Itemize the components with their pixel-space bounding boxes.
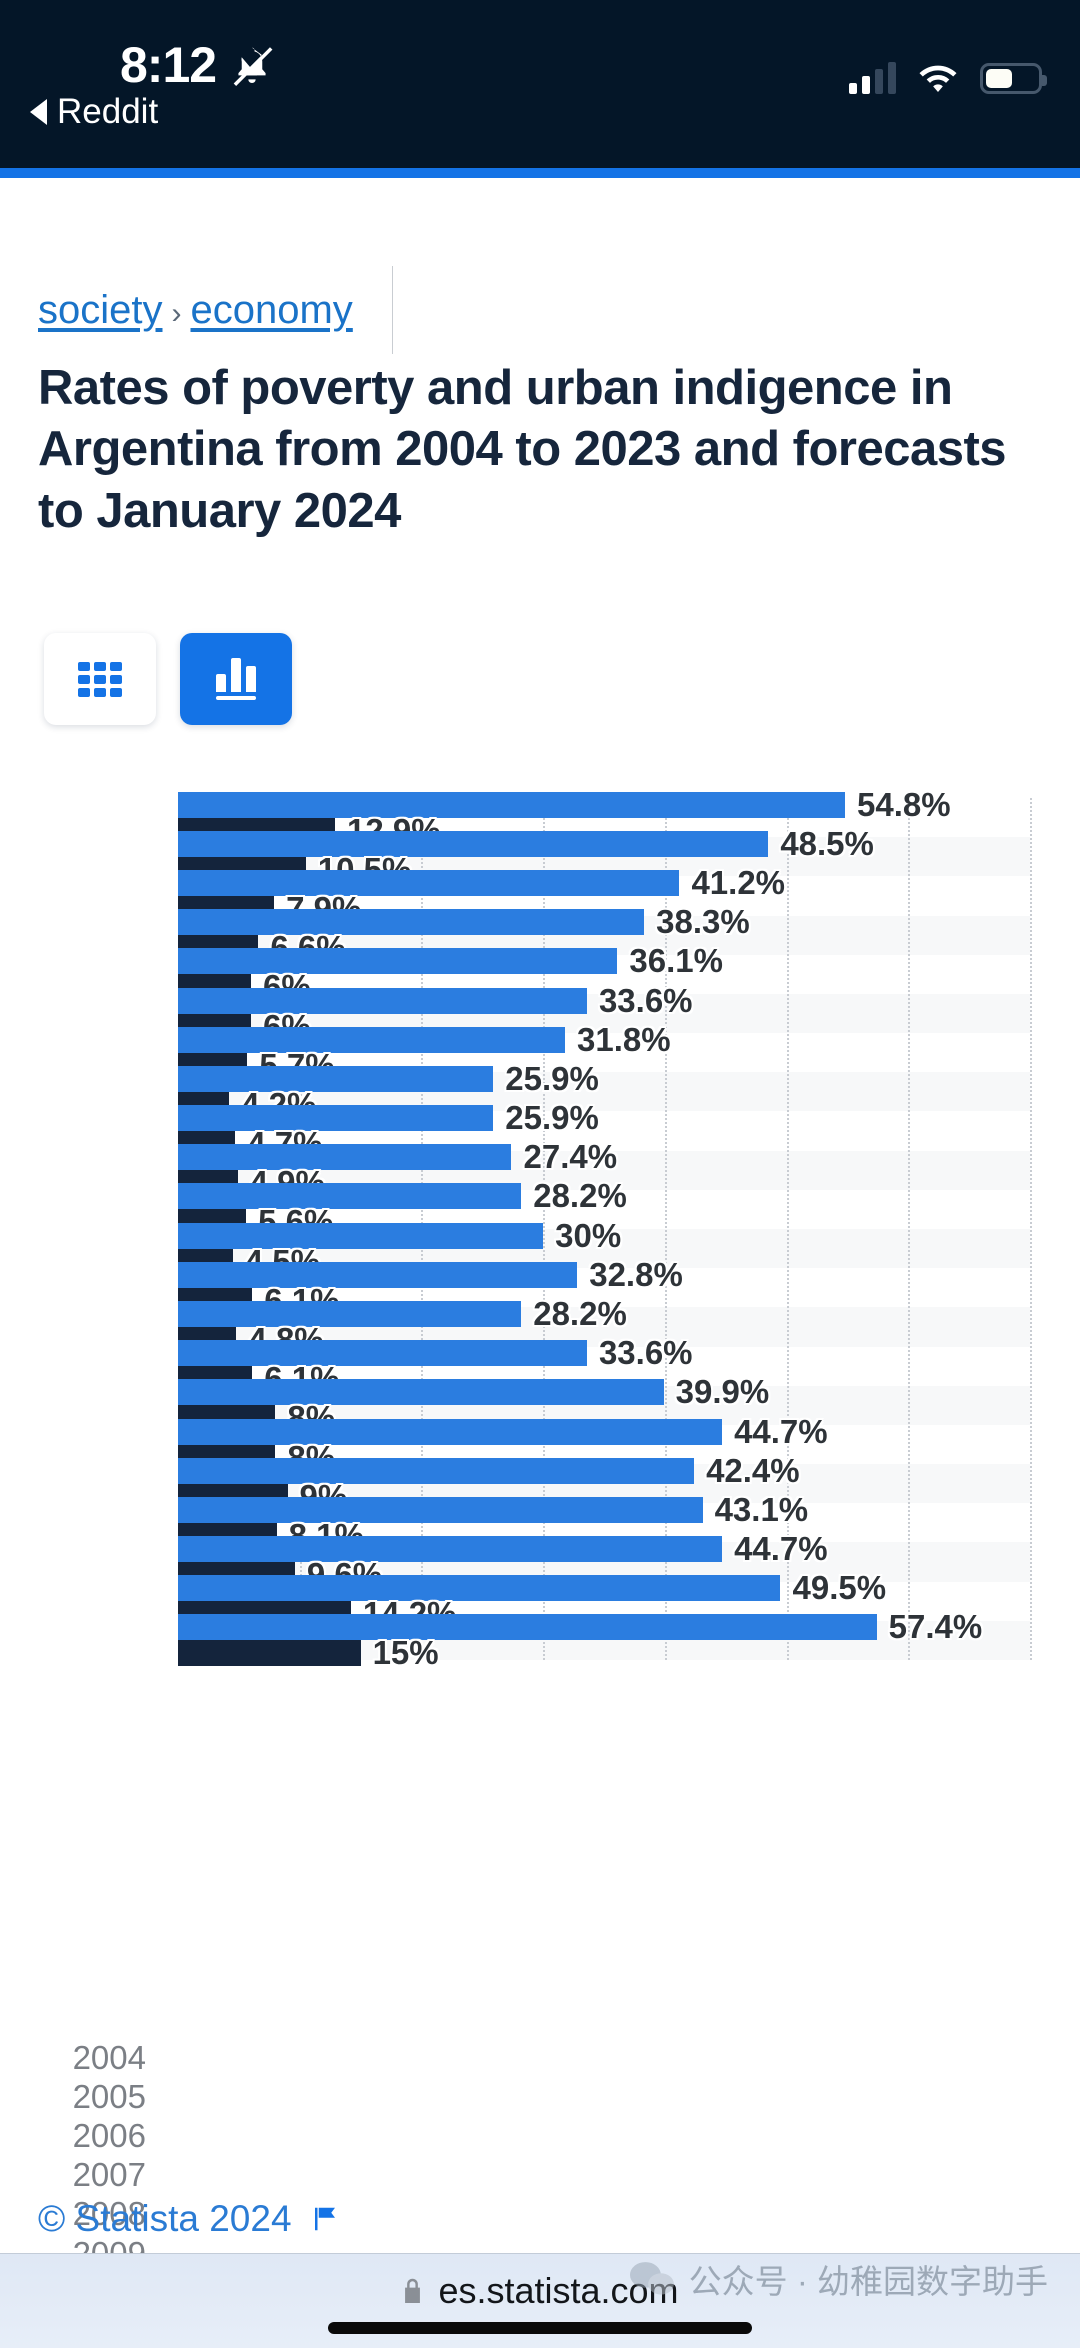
chart-bar-label: 43.1% (714, 1490, 809, 1528)
chart-bar-label: 33.6% (598, 1334, 693, 1372)
chart-bar-label: 49.5% (792, 1569, 887, 1607)
text-cursor (392, 266, 393, 354)
chart-bar-pov[interactable] (178, 1300, 522, 1327)
status-bar-clock: 8:12 (120, 37, 217, 93)
back-label: Reddit (57, 92, 159, 131)
chart-bar-label: 27.4% (523, 1138, 618, 1176)
chart-plot-area: 54.8%12.9%48.5%10.5%41.2%7.9%38.3%6.6%36… (178, 786, 1032, 1671)
breadcrumb-separator: › (171, 297, 182, 330)
chart-bar-pov[interactable] (178, 1144, 512, 1171)
chart-bar-pov[interactable] (178, 1065, 494, 1092)
chart-bar-pov[interactable] (178, 909, 645, 936)
chart-bar-pov[interactable] (178, 1536, 723, 1563)
chart-bar-label: 44.7% (734, 1530, 828, 1568)
status-bar-indicators (849, 62, 1047, 94)
chart-bar-pov[interactable] (178, 948, 618, 975)
chart-bar-label: 28.2% (533, 1294, 627, 1332)
chart-year-label: 2007 (72, 2156, 146, 2194)
chart-bar-label: 36.1% (629, 942, 723, 980)
chart-gridline (1030, 798, 1032, 1660)
page-title: Rates of poverty and urban indigence in … (38, 361, 1007, 538)
battery-icon (980, 62, 1047, 94)
flag-icon (314, 2207, 335, 2231)
chart-bar-label: 25.9% (505, 1099, 599, 1137)
chart-bar-label: 30% (555, 1216, 622, 1254)
chart-view-button[interactable] (180, 633, 292, 725)
chart-bar-pov[interactable] (178, 1379, 664, 1406)
chart-year-label: 2006 (72, 2116, 146, 2154)
chart-bar-pov[interactable] (178, 830, 769, 857)
chart-bar-pov[interactable] (178, 1105, 494, 1132)
chart-year-label: 2004 (72, 2038, 146, 2076)
bell-muted-icon (233, 47, 273, 86)
bar-chart-icon (216, 658, 256, 700)
chart-year-label: 2005 (72, 2077, 146, 2115)
chart-bar-pov[interactable] (178, 1026, 566, 1053)
grid-icon (78, 661, 122, 697)
chart-bar-pov[interactable] (178, 1418, 723, 1445)
watermark: 公众号 · 幼稚园数字助手 (629, 2255, 1048, 2303)
lock-icon (405, 2278, 421, 2303)
chart-bar-label: 38.3% (656, 903, 750, 941)
chart-bar-ind[interactable] (178, 1640, 361, 1667)
browser-progress-line (0, 168, 1080, 178)
chart-bar-label: 25.9% (505, 1059, 599, 1097)
chart-bar-label: 32.8% (589, 1255, 683, 1293)
chart-bar-label: 54.8% (856, 785, 951, 823)
chart-bar-label: 48.5% (780, 824, 874, 862)
home-indicator[interactable] (328, 2322, 752, 2334)
wechat-icon (629, 2262, 674, 2295)
copyright-link[interactable]: © Statista 2024 (38, 2198, 340, 2240)
chart-bar-pov[interactable] (178, 1222, 544, 1249)
breadcrumb-link-society[interactable]: society (38, 288, 163, 333)
chart-bar-pov[interactable] (178, 1340, 587, 1367)
chart-bar-label: 28.2% (533, 1177, 627, 1215)
chart-bar-pov[interactable] (178, 1614, 877, 1641)
cellular-signal-icon (849, 62, 896, 94)
status-bar: 8:12 Reddit (0, 0, 1080, 168)
breadcrumb-link-economy[interactable]: economy (191, 288, 353, 333)
chart-bar-pov[interactable] (178, 869, 680, 896)
chart-bar-label: 33.6% (598, 981, 693, 1019)
chart: 2004200520062007200820092010201120122013… (0, 786, 1080, 2348)
chart-bar-pov[interactable] (178, 1261, 578, 1288)
chart-gridline (908, 798, 911, 1660)
chart-bar-label: 42.4% (706, 1451, 800, 1489)
chart-bar-pov[interactable] (178, 987, 587, 1014)
chart-bar-label: 41.2% (691, 863, 786, 901)
table-view-button[interactable] (44, 633, 156, 725)
chart-bar-label: 15% (372, 1634, 439, 1672)
back-to-reddit-button[interactable]: Reddit (30, 92, 158, 132)
back-arrow-icon (30, 99, 47, 125)
chart-bar-label: 39.9% (675, 1373, 770, 1411)
wifi-icon (919, 65, 957, 92)
chart-bar-pov[interactable] (178, 1575, 781, 1602)
chart-bar-label: 57.4% (888, 1608, 983, 1646)
chart-bar-pov[interactable] (178, 1183, 522, 1210)
screen: 8:12 Reddit society › economy Rates of p… (0, 0, 1080, 2348)
chart-bar-pov[interactable] (178, 1457, 695, 1484)
chart-bar-pov[interactable] (178, 1496, 703, 1523)
view-toggle-group (44, 633, 292, 725)
chart-bar-label: 31.8% (577, 1020, 671, 1058)
watermark-text: 公众号 · 幼稚园数字助手 (688, 2263, 1048, 2300)
breadcrumb: society › economy (38, 288, 353, 333)
chart-bar-pov[interactable] (178, 791, 845, 818)
copyright-text: © Statista 2024 (38, 2198, 292, 2239)
page-content: society › economy Rates of poverty and u… (0, 178, 1080, 2348)
chart-bar-label: 44.7% (734, 1412, 828, 1450)
